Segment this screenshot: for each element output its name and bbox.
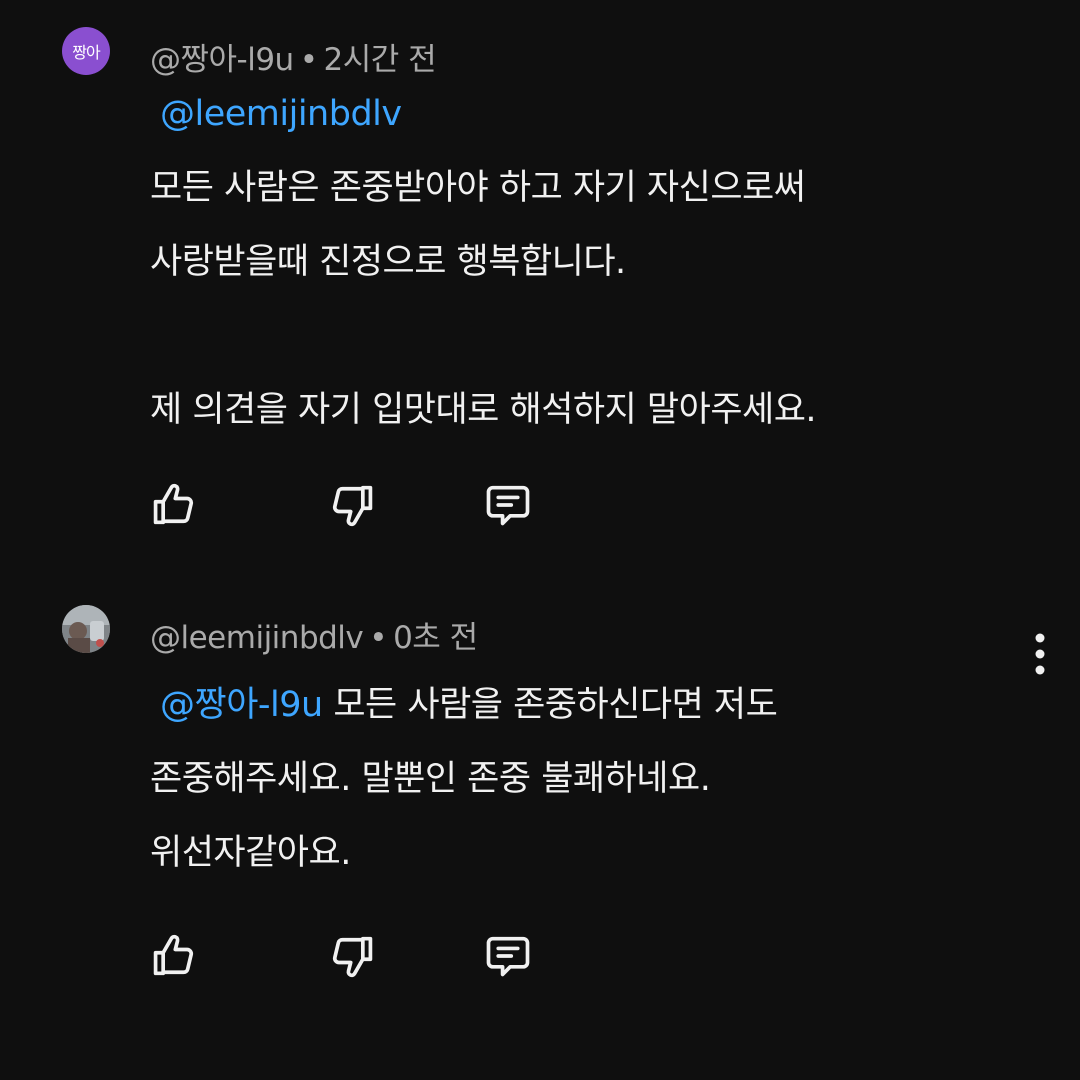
comment-time: 2시간 전 [323,42,437,78]
comment-line: 사랑받을때 진정으로 행복합니다. [150,242,626,282]
more-vertical-icon [1035,633,1045,675]
avatar[interactable]: 짱아 [62,27,110,75]
comment-body: @leemijinbdlv 모든 사람은 존중받아야 하고 자기 자신으로써 사… [150,77,1010,447]
dislike-button[interactable] [324,477,380,533]
profile-photo-icon [62,605,110,653]
comment-body: @짱아-l9u 모든 사람을 존중하신다면 저도 존중해주세요. 말뿐인 존중 … [150,668,1010,890]
meta-separator: • [299,42,318,78]
comment-meta: @짱아-l9u • 2시간 전 [150,34,437,79]
comment-line-text: 모든 사람을 존중하신다면 저도 [333,685,778,725]
reply-comment-icon [486,936,530,977]
comment-line: 모든 사람은 존중받아야 하고 자기 자신으로써 [150,168,806,208]
comment-blank-line [150,299,1010,373]
comment-line: 위선자같아요. [150,833,351,873]
comment-meta: @leemijinbdlv • 0초 전 [150,612,478,657]
author-name[interactable]: @짱아-l9u [150,42,294,78]
reply-button[interactable] [480,477,536,533]
reply-button[interactable] [480,928,536,984]
comment-line: 존중해주세요. 말뿐인 존중 불쾌하네요. [150,759,711,799]
thumb-up-icon [153,483,194,525]
like-button[interactable] [146,477,202,533]
avatar[interactable] [62,605,110,653]
comment-line: @leemijinbdlv [150,77,1010,151]
thumb-down-icon [332,936,373,978]
comment-time: 0초 전 [393,620,478,656]
author-name[interactable]: @leemijinbdlv [150,620,364,656]
mention-link[interactable]: @leemijinbdlv [160,94,402,134]
meta-separator: • [369,620,388,656]
comment-line: @짱아-l9u 모든 사람을 존중하신다면 저도 [150,668,1010,742]
thumb-up-icon [153,934,194,976]
reply-comment-icon [486,485,530,526]
like-button[interactable] [146,928,202,984]
thumb-down-icon [332,485,373,527]
avatar-initials: 짱아 [72,43,100,62]
comment-line: 제 의견을 자기 입맛대로 해석하지 말아주세요. [150,390,817,430]
dislike-button[interactable] [324,928,380,984]
more-options-button[interactable] [1022,626,1058,682]
mention-link[interactable]: @짱아-l9u [160,685,323,725]
